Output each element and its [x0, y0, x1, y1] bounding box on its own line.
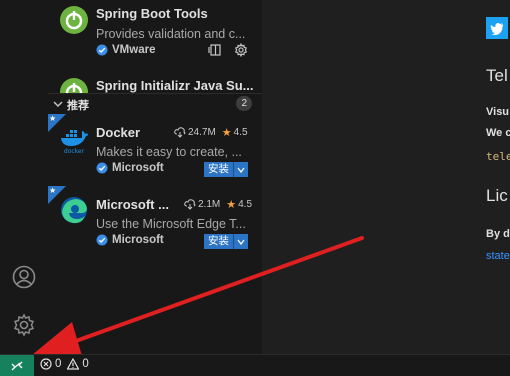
rating-value: 4.5: [238, 199, 253, 210]
chevron-down-icon: [237, 167, 245, 173]
count-badge: 2: [236, 96, 252, 111]
star-icon: ★: [226, 199, 237, 211]
verified-badge-icon: [96, 44, 108, 56]
extension-stats: 2.1M ★ 4.5: [184, 198, 252, 211]
activity-bar: [0, 0, 48, 354]
publisher-name: Microsoft: [112, 162, 164, 174]
star-icon: ★: [221, 127, 232, 139]
publisher-name: Microsoft: [112, 234, 164, 246]
spring-boot-logo-icon: [60, 6, 88, 34]
manage-gear-icon[interactable]: [234, 43, 248, 57]
svg-text:docker: docker: [64, 148, 85, 154]
extension-description: Makes it easy to create, ...: [96, 145, 242, 159]
extension-item-spring-initializr[interactable]: Spring Initializr Java Su...: [48, 72, 262, 106]
extension-item-docker[interactable]: ★ docker Docker 24.7M ★ 4.5 Makes it eas…: [48, 114, 262, 184]
details-link[interactable]: state: [486, 250, 510, 262]
install-button[interactable]: 安装: [204, 234, 233, 249]
download-count: 24.7M: [188, 127, 216, 138]
extension-item-spring-boot-tools[interactable]: Spring Boot Tools Provides validation an…: [48, 0, 262, 70]
code-snippet: tele: [486, 150, 510, 163]
error-count: 0: [55, 358, 62, 370]
cloud-download-icon: [174, 127, 186, 138]
details-text: By d: [486, 228, 510, 240]
account-icon[interactable]: [12, 265, 36, 289]
extension-item-microsoft-edge-tools[interactable]: ★ Microsoft ... 2.1M ★ 4.5 Use the Micro…: [48, 186, 262, 256]
twitter-icon[interactable]: [486, 17, 508, 39]
extension-name: Docker: [96, 125, 141, 140]
status-bar: 0 0: [0, 354, 510, 376]
edge-logo-icon: [61, 197, 87, 224]
problems-indicator[interactable]: 0 0: [40, 358, 89, 370]
chevron-down-icon: [237, 239, 245, 245]
extensions-sidebar: Spring Boot Tools Provides validation an…: [48, 0, 262, 354]
details-text: Visu: [486, 106, 510, 118]
download-count: 2.1M: [198, 199, 221, 210]
rating-value: 4.5: [233, 127, 248, 138]
chevron-down-icon: [53, 101, 63, 107]
remote-indicator-button[interactable]: [0, 355, 34, 376]
install-button-group: 安装: [204, 162, 248, 177]
details-text: We c: [486, 127, 510, 139]
verified-badge-icon: [96, 162, 108, 174]
cloud-download-icon: [184, 199, 196, 210]
extension-details-panel: Tel Visu We c tele Lic By d state: [262, 0, 510, 354]
section-title: 推荐: [67, 100, 89, 112]
split-view-icon[interactable]: [208, 44, 222, 56]
extension-description: Use the Microsoft Edge T...: [96, 217, 246, 231]
warning-icon: [67, 358, 80, 370]
remote-connection-icon: [11, 361, 23, 370]
extension-publisher: Microsoft: [96, 234, 164, 246]
recommended-section-header[interactable]: 推荐 2: [48, 93, 262, 114]
extension-publisher: Microsoft: [96, 162, 164, 174]
extension-publisher: VMware: [96, 44, 155, 56]
verified-badge-icon: [96, 234, 108, 246]
section-heading-license: Lic: [486, 186, 508, 205]
settings-gear-icon[interactable]: [12, 313, 36, 337]
publisher-name: VMware: [112, 44, 156, 56]
extension-description: Provides validation and c...: [96, 27, 246, 41]
extension-name: Spring Initializr Java Su...: [96, 78, 254, 93]
install-dropdown-button[interactable]: [233, 162, 248, 177]
docker-logo-icon: docker: [61, 130, 88, 154]
install-button-group: 安装: [204, 234, 248, 249]
install-button[interactable]: 安装: [204, 162, 233, 177]
warning-count: 0: [82, 358, 89, 370]
extension-name: Microsoft ...: [96, 197, 169, 212]
section-heading-telemetry: Tel: [486, 66, 508, 85]
install-dropdown-button[interactable]: [233, 234, 248, 249]
extension-name: Spring Boot Tools: [96, 6, 208, 21]
extension-stats: 24.7M ★ 4.5: [174, 126, 248, 139]
error-icon: [40, 358, 52, 370]
